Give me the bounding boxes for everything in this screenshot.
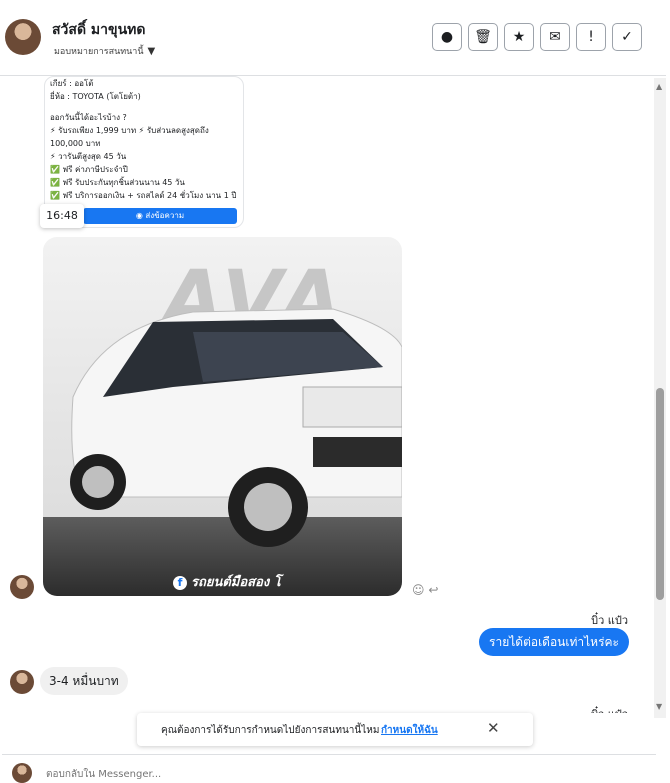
- assign-label: มอบหมายการสนทนานี้: [54, 47, 144, 57]
- card-line: 100,000 บาท: [50, 139, 101, 148]
- scrollbar[interactable]: ▲ ▼: [654, 78, 666, 718]
- card-line: ✅ ฟรี บริการออกเงิน + รถสไลด์ 24 ชั่วโมง…: [50, 191, 237, 200]
- scroll-down-icon[interactable]: ▼: [656, 702, 662, 711]
- car-photo[interactable]: AVA f รถยนต์มือสอง โ: [43, 237, 402, 596]
- envelope-icon: ✉: [549, 29, 561, 45]
- banner-text: คุณต้องการได้รับการกำหนดไปยังการสนทนานี้…: [161, 725, 380, 736]
- checkmark-icon: ✓: [621, 29, 633, 45]
- close-icon[interactable]: ✕: [487, 719, 500, 737]
- report-button[interactable]: ●: [432, 23, 462, 51]
- card-line: เกียร์ : ออโต้: [50, 79, 94, 88]
- reply-input[interactable]: [44, 768, 448, 781]
- assign-to-me-link[interactable]: กำหนดให้ฉัน: [381, 723, 438, 738]
- star-button[interactable]: ★: [504, 23, 534, 51]
- message-actions: ☺ ↩: [412, 583, 438, 597]
- messenger-icon: ◉: [135, 211, 146, 220]
- smiley-icon[interactable]: ☺: [412, 583, 425, 597]
- timestamp-tooltip: 16:48: [40, 204, 84, 228]
- sender-name: บิ๋ว แป๋ว: [591, 614, 628, 627]
- trash-icon: 🗑: [474, 29, 492, 45]
- card-line: ออกวันนี้ได้อะไรบ้าง ?: [50, 113, 127, 122]
- card-line: ยี่ห้อ : TOYOTA (โตโยต้า): [50, 92, 141, 101]
- delete-button[interactable]: 🗑: [468, 23, 498, 51]
- star-icon: ★: [512, 29, 526, 45]
- card-line: ⚡ รับรถเพียง 1,999 บาท ⚡ รับส่วนลดสูงสุด…: [50, 126, 209, 135]
- send-message-label: ส่งข้อความ: [145, 211, 185, 220]
- photo-brand: f รถยนต์มือสอง โ: [173, 571, 281, 592]
- send-message-button[interactable]: ◉ ส่งข้อความ: [83, 208, 237, 224]
- conversation-header: สวัสดิ์ มาขุนทด มอบหมายการสนทนานี้ ▼ ● 🗑 …: [0, 0, 666, 76]
- caret-down-icon: ▼: [147, 46, 156, 57]
- avatar[interactable]: [5, 19, 41, 55]
- card-line: ✅ ฟรี ค่าภาษีประจำปี: [50, 165, 128, 174]
- scroll-up-icon[interactable]: ▲: [656, 82, 662, 91]
- avatar: [10, 670, 34, 694]
- assign-dropdown[interactable]: มอบหมายการสนทนานี้ ▼: [54, 44, 155, 58]
- spam-button[interactable]: !: [576, 23, 606, 51]
- composer: [2, 754, 656, 783]
- facebook-icon: f: [173, 576, 187, 590]
- card-line: [49, 103, 239, 111]
- sender-name: บิ๋ว แป๋ว: [591, 705, 628, 713]
- photo-brand-text: รถยนต์มือสอง โ: [191, 575, 281, 590]
- assign-banner: คุณต้องการได้รับการกำหนดไปยังการสนทนานี้…: [137, 713, 533, 746]
- card-line: ✅ ฟรี รับประกันทุกชิ้นส่วนนาน 45 วัน: [50, 178, 185, 187]
- done-button[interactable]: ✓: [612, 23, 642, 51]
- car-illustration: [70, 308, 402, 547]
- exclamation-icon: !: [588, 29, 594, 45]
- reply-icon[interactable]: ↩: [428, 583, 438, 597]
- contact-name[interactable]: สวัสดิ์ มาขุนทด: [52, 19, 145, 41]
- mark-unread-button[interactable]: ✉: [540, 23, 570, 51]
- avatar: [12, 763, 32, 783]
- incoming-message: 3-4 หมื่นบาท: [40, 667, 128, 695]
- alert-circle-icon: ●: [440, 29, 454, 45]
- card-line: ⚡ วารันตีสูงสุด 45 วัน: [50, 152, 127, 161]
- avatar: [10, 575, 34, 599]
- outgoing-message: รายได้ต่อเดือนเท่าไหร่คะ: [479, 628, 629, 656]
- scrollbar-thumb[interactable]: [656, 388, 664, 600]
